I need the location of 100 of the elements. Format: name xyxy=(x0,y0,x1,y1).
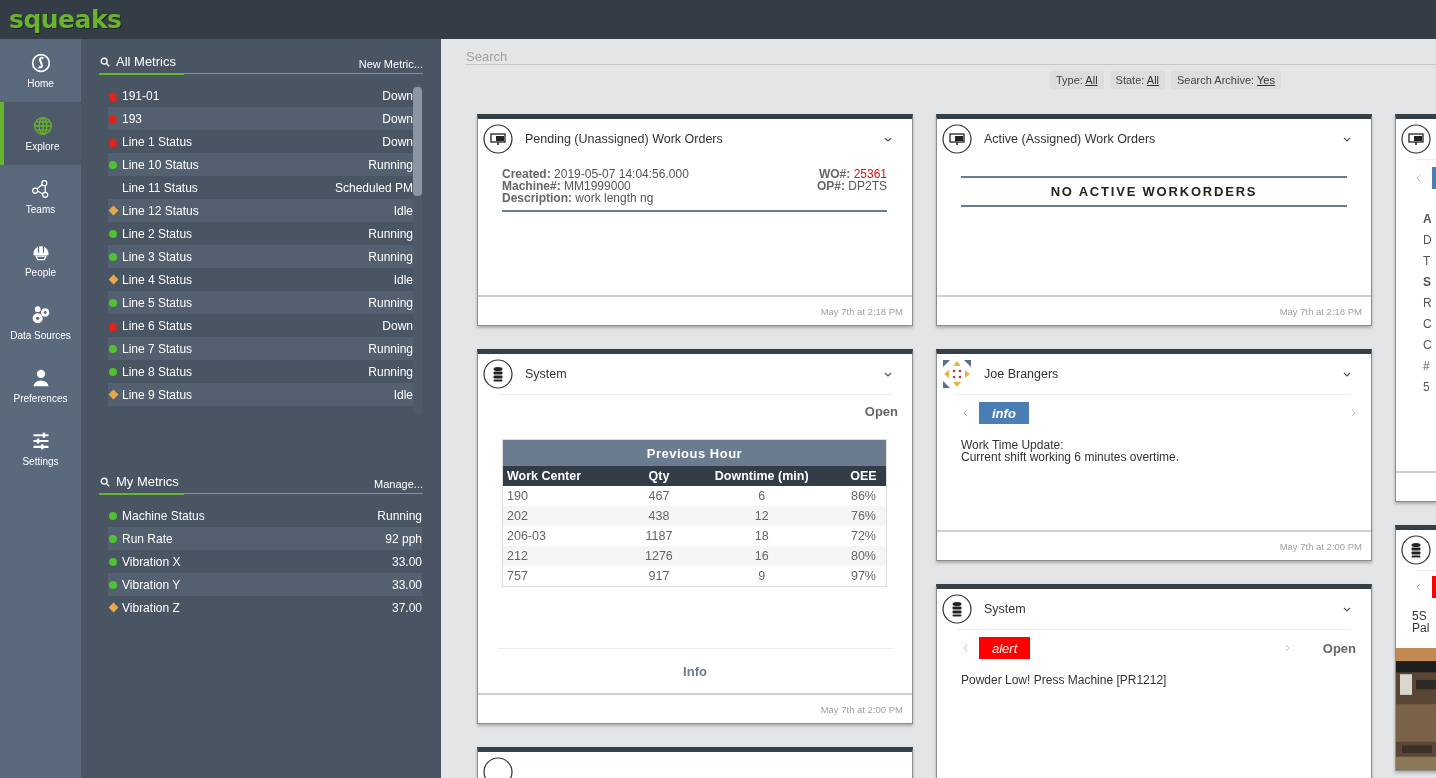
status-dot xyxy=(109,229,117,238)
siren-icon xyxy=(108,113,118,124)
nav-item[interactable]: Preferences xyxy=(0,354,81,417)
table-cell: 1187 xyxy=(635,526,683,546)
metric-row[interactable]: Line 8 Status Running xyxy=(108,360,413,383)
search-icon xyxy=(100,476,110,487)
metric-row[interactable]: Line 4 Status Idle xyxy=(108,268,413,291)
table-cell: 190 xyxy=(502,486,636,506)
message-text: Pal xyxy=(1412,622,1431,635)
previous-icon[interactable] xyxy=(1416,582,1421,591)
metric-row[interactable]: Line 1 Status Down xyxy=(108,130,413,153)
open-link[interactable]: Open xyxy=(1322,640,1356,656)
metric-row[interactable]: Vibration Y 33.00 xyxy=(108,573,422,596)
column-header: Downtime (min) xyxy=(682,466,841,486)
globe-icon xyxy=(32,115,53,136)
filter-chip[interactable]: Search Archive: Yes xyxy=(1171,71,1281,89)
chevron-down-icon[interactable] xyxy=(884,136,892,142)
table-cell: 757 xyxy=(502,566,636,587)
open-link[interactable]: Open xyxy=(864,404,898,425)
nav-item[interactable]: People xyxy=(0,228,81,291)
text-fragment: 5 xyxy=(1423,380,1430,394)
metric-row[interactable]: Machine Status Running xyxy=(108,504,422,527)
previous-icon[interactable] xyxy=(963,644,968,652)
siren-icon xyxy=(108,90,118,101)
metric-row[interactable]: 191-01 Down xyxy=(108,84,413,107)
nav-item[interactable]: Explore xyxy=(0,102,81,165)
metric-row[interactable]: Line 12 Status Idle xyxy=(108,199,413,222)
text-fragment: S xyxy=(1423,275,1431,289)
metric-row[interactable]: Vibration X 33.00 xyxy=(108,550,422,573)
previous-icon[interactable] xyxy=(1416,174,1421,182)
status-dot xyxy=(109,580,117,589)
table-cell: 18 xyxy=(682,526,841,546)
next-icon[interactable] xyxy=(1351,409,1356,417)
metric-row[interactable]: Vibration Z 37.00 xyxy=(108,596,422,619)
table-cell: 76% xyxy=(840,506,887,526)
database-icon xyxy=(942,594,972,624)
table-cell: 467 xyxy=(635,486,683,506)
metric-row[interactable]: Line 11 Status Scheduled PM xyxy=(108,176,413,199)
tag-badge: info xyxy=(979,402,1029,424)
chevron-down-icon[interactable] xyxy=(1343,136,1351,142)
table-title: Previous Hour xyxy=(502,439,887,466)
metric-row[interactable]: Line 9 Status Idle xyxy=(108,383,413,406)
text-fragment: A xyxy=(1423,212,1432,226)
table-cell: 6 xyxy=(682,486,841,506)
column-header: Qty xyxy=(635,466,683,486)
metric-row[interactable]: 193 Down xyxy=(108,107,413,130)
app-logo[interactable]: squeaks xyxy=(9,7,122,32)
home-logo-icon xyxy=(30,52,51,73)
gears-icon xyxy=(30,304,51,325)
field-line: Machine#: MM1999000 xyxy=(502,180,632,192)
nav-item[interactable]: Data Sources xyxy=(0,291,81,354)
table-cell: 206-03 xyxy=(502,526,636,546)
timestamp: May 7th at 2:00 PM xyxy=(820,703,903,715)
next-icon[interactable] xyxy=(1284,644,1290,652)
metric-row[interactable]: Line 10 Status Running xyxy=(108,153,413,176)
scrollbar[interactable] xyxy=(413,83,422,415)
card-title: System xyxy=(525,367,568,381)
metric-row[interactable]: Line 7 Status Running xyxy=(108,337,413,360)
database-icon xyxy=(1401,535,1431,565)
chevron-down-icon[interactable] xyxy=(884,371,892,377)
table-cell: 16 xyxy=(682,546,841,566)
message-text: 5S xyxy=(1412,610,1427,623)
status-dot xyxy=(109,367,117,376)
timestamp: May 7th at 2:18 PM xyxy=(1279,305,1362,317)
table-cell: 202 xyxy=(502,506,636,526)
filter-chip[interactable]: State: All xyxy=(1109,71,1166,89)
panel-tab[interactable]: My Metrics xyxy=(99,474,184,495)
text-fragment: R xyxy=(1423,296,1432,310)
text-fragment: # xyxy=(1423,359,1430,373)
chevron-down-icon[interactable] xyxy=(1343,606,1351,612)
metric-row[interactable]: Line 6 Status Down xyxy=(108,314,413,337)
filter-chip[interactable]: Type: All xyxy=(1050,71,1104,89)
metric-row[interactable]: Line 2 Status Running xyxy=(108,222,413,245)
table-cell: 9 xyxy=(682,566,841,587)
metric-row[interactable]: Line 3 Status Running xyxy=(108,245,413,268)
tag-badge: alert xyxy=(979,637,1031,659)
search-field[interactable]: Search xyxy=(465,49,1436,65)
nav-item[interactable]: Teams xyxy=(0,165,81,228)
message-text: Powder Low! Press Machine [PR1212] xyxy=(961,674,1168,686)
panel-tab[interactable]: All Metrics xyxy=(99,54,184,75)
table-cell: 12 xyxy=(682,506,841,526)
text-fragment: C xyxy=(1423,317,1432,331)
nav-item[interactable]: Settings xyxy=(0,417,81,480)
chevron-down-icon[interactable] xyxy=(1343,371,1351,377)
status-dot xyxy=(109,344,117,353)
siren-icon xyxy=(108,136,118,147)
table-cell: 86% xyxy=(840,486,887,506)
timestamp: May 7th at 2:00 PM xyxy=(1279,540,1362,552)
field-line: WO#: 25361 xyxy=(817,168,887,180)
table-cell: 438 xyxy=(635,506,683,526)
info-link[interactable]: Info xyxy=(683,663,707,679)
panel-action-link[interactable]: New Metric... xyxy=(358,58,423,73)
nav-item[interactable]: Home xyxy=(0,39,81,102)
metric-row[interactable]: Line 5 Status Running xyxy=(108,291,413,314)
table-cell: 917 xyxy=(635,566,683,587)
panel-action-link[interactable]: Manage... xyxy=(374,478,423,493)
metric-row[interactable]: Run Rate 92 pph xyxy=(108,527,422,550)
previous-icon[interactable] xyxy=(963,409,968,417)
monitor-icon xyxy=(942,124,972,154)
column-header: Work Center xyxy=(502,466,636,486)
